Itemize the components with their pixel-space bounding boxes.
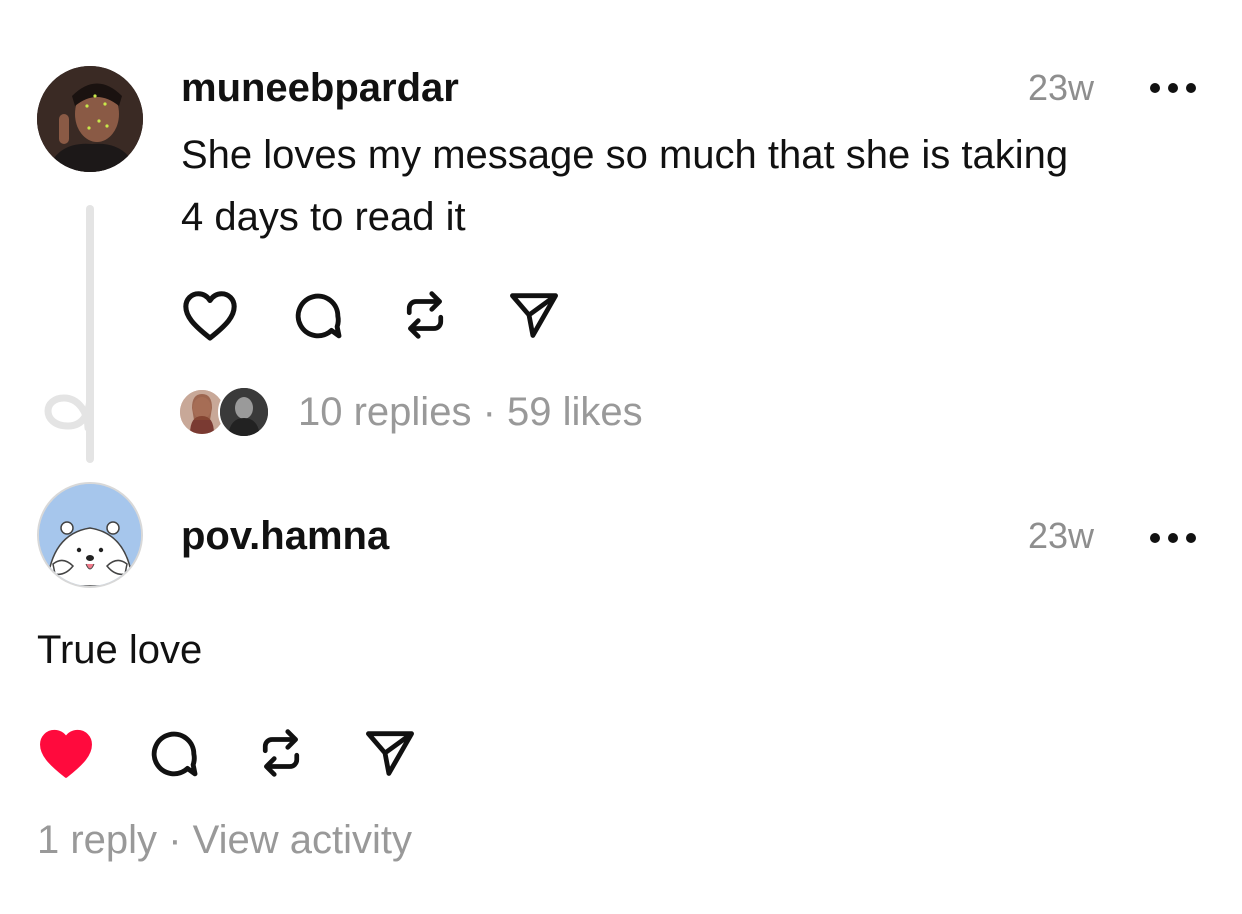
view-activity-link[interactable]: View activity <box>193 818 412 862</box>
reply-username[interactable]: pov.hamna <box>181 512 389 560</box>
heart-filled-icon[interactable] <box>37 726 95 780</box>
reply-stats: 1 reply · View activity <box>37 816 412 864</box>
share-icon[interactable] <box>362 728 418 778</box>
more-icon[interactable] <box>1150 82 1196 94</box>
comment-icon[interactable] <box>146 726 202 782</box>
likes-count[interactable]: 59 likes <box>507 390 643 434</box>
reply-text: True love <box>37 628 203 672</box>
replier-avatar-2 <box>218 386 270 438</box>
post-username[interactable]: muneebpardar <box>181 64 459 112</box>
thread-loop-icon <box>44 390 94 437</box>
post-text-line1: She loves my message so much that she is… <box>181 133 1069 177</box>
post-stats: 10 replies · 59 likes <box>298 388 643 436</box>
more-icon[interactable] <box>1150 532 1196 544</box>
reply-author-avatar[interactable] <box>37 482 143 588</box>
post-text-line2: 4 days to read it <box>181 195 466 239</box>
heart-icon[interactable] <box>181 288 239 342</box>
repost-icon[interactable] <box>398 284 452 346</box>
post-author-avatar[interactable] <box>37 66 143 172</box>
post-timestamp: 23w <box>1028 67 1095 108</box>
comment-icon[interactable] <box>290 288 346 344</box>
share-icon[interactable] <box>506 290 562 340</box>
repost-icon[interactable] <box>254 722 308 784</box>
stats-separator: · <box>482 390 496 434</box>
replies-count[interactable]: 10 replies <box>298 390 471 434</box>
reply-timestamp: 23w <box>1028 515 1095 556</box>
stats-separator: · <box>168 818 182 862</box>
reply-count[interactable]: 1 reply <box>37 818 157 862</box>
